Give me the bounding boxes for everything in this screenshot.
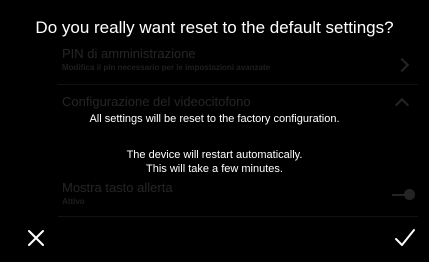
list-item-admin-pin: PIN di amministrazione Modifica il pin n… bbox=[62, 46, 414, 72]
cancel-button[interactable] bbox=[22, 224, 50, 252]
dialog-message-line2: The device will restart automatically. bbox=[126, 149, 303, 161]
list-item-subtitle: Attivo bbox=[62, 197, 85, 206]
dialog-title: Do you really want reset to the default … bbox=[35, 18, 394, 37]
list-item-title: Mostra tasto allerta bbox=[62, 180, 173, 195]
confirm-button[interactable] bbox=[391, 224, 419, 252]
dialog-message-line1: All settings will be reset to the factor… bbox=[89, 113, 340, 125]
reset-confirm-screen: PIN di amministrazione Modifica il pin n… bbox=[0, 0, 429, 262]
alert-toggle bbox=[392, 189, 415, 200]
list-item-title: PIN di amministrazione bbox=[62, 46, 196, 61]
list-item-alert-button: Mostra tasto allerta Attivo bbox=[62, 180, 414, 206]
list-item-subtitle: Modifica il pin necessario per le impost… bbox=[62, 63, 271, 72]
list-item-title: Configurazione del videocitofono bbox=[62, 94, 251, 109]
list-item-intercom-config: Configurazione del videocitofono bbox=[62, 94, 414, 109]
close-icon bbox=[28, 230, 44, 246]
list-divider bbox=[58, 84, 418, 85]
list-divider bbox=[58, 216, 418, 217]
check-icon bbox=[395, 229, 415, 246]
settings-list-background: PIN di amministrazione Modifica il pin n… bbox=[0, 0, 429, 262]
dialog-message-line3: This will take a few minutes. bbox=[146, 163, 283, 175]
